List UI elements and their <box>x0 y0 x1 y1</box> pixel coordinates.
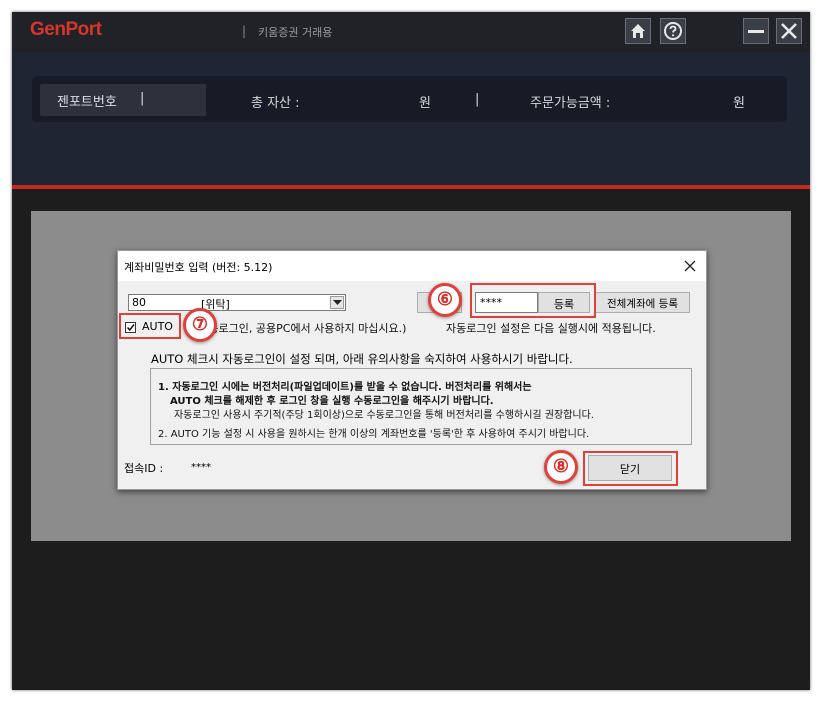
account-number: 80 <box>132 296 146 309</box>
chevron-down-icon <box>333 300 342 305</box>
notice-line: 1. 자동로그인 시에는 버전처리(파일업데이트)를 받을 수 없습니다. 버전… <box>158 382 532 393</box>
notice-line: AUTO 체크를 해제한 후 로그인 창을 실행 수동로그인을 해주시기 바랍니… <box>170 396 494 407</box>
available-amount-unit: 원 <box>733 96 745 111</box>
tab-separator: | <box>140 91 145 106</box>
info-divider: | <box>475 92 480 107</box>
account-select[interactable]: 80 [위탁] <box>128 294 346 311</box>
close-icon <box>684 260 696 272</box>
close-button-label: 닫기 <box>619 463 641 476</box>
dialog-title-bar: 계좌비밀번호 입력 (버전: 5.12) <box>118 251 706 281</box>
register-button-label: 등록 <box>553 298 575 311</box>
step-badge-6: ⑥ <box>428 283 462 317</box>
step-badge-6-label: ⑥ <box>436 289 454 309</box>
step-badge-8-label: ⑧ <box>552 456 570 476</box>
minimize-icon <box>748 30 764 33</box>
checkmark-icon <box>126 324 135 332</box>
title-separator: | <box>242 24 247 38</box>
register-all-button-label: 전체계좌에 등록 <box>607 298 678 310</box>
minimize-button[interactable] <box>743 18 769 44</box>
genport-number-tab[interactable]: 젠포트번호 | <box>40 84 206 116</box>
home-icon <box>631 24 645 38</box>
dialog-title: 계좌비밀번호 입력 (버전: 5.12) <box>124 261 273 274</box>
account-header: 젠포트번호 | 총 자산 : 원 | 주문가능금액 : 원 <box>12 52 810 185</box>
step-badge-8: ⑧ <box>544 450 578 484</box>
home-button[interactable] <box>625 18 651 44</box>
notice-heading: AUTO 체크시 자동로그인이 설정 되며, 아래 유의사항을 숙지하여 사용하… <box>151 352 573 366</box>
auto-apply-note: 자동로그인 설정은 다음 실행시에 적용됩니다. <box>446 322 656 335</box>
step-badge-7-label: ⑦ <box>191 314 209 334</box>
total-assets-unit: 원 <box>419 96 431 111</box>
register-button[interactable]: 등록 <box>538 292 590 313</box>
dialog-close-button[interactable] <box>680 256 700 276</box>
notice-line: 2. AUTO 기능 설정 시 사용을 원하시는 한개 이상의 계좌번호를 '등… <box>158 429 590 440</box>
account-info-bar: 젠포트번호 | 총 자산 : 원 | 주문가능금액 : 원 <box>32 76 787 122</box>
notice-box: 1. 자동로그인 시에는 버전처리(파일업데이트)를 받을 수 없습니다. 버전… <box>150 368 692 445</box>
dropdown-arrow[interactable] <box>330 296 344 309</box>
password-input[interactable]: **** <box>475 292 538 313</box>
auto-label: AUTO <box>142 320 173 333</box>
window-close-button[interactable] <box>776 18 802 44</box>
help-icon <box>664 22 682 40</box>
close-dialog-button[interactable]: 닫기 <box>588 455 672 481</box>
title-bar: GenPort | 키움증권 거래용 <box>12 12 810 52</box>
help-button[interactable] <box>660 18 686 44</box>
account-password-dialog: 계좌비밀번호 입력 (버전: 5.12) 80 [위탁] **** 등록 전체계… <box>117 250 707 490</box>
step-badge-7: ⑦ <box>183 308 217 342</box>
auto-checkbox[interactable] <box>125 322 136 333</box>
notice-line: 자동로그인 사용시 주기적(주당 1회이상)으로 수동로그인을 통해 버전처리를… <box>174 410 594 421</box>
connection-id-value: **** <box>191 462 211 473</box>
header-divider-line <box>12 185 810 189</box>
genport-number-label: 젠포트번호 <box>57 95 117 110</box>
total-assets-label: 총 자산 : <box>251 96 300 111</box>
close-icon <box>781 23 797 39</box>
auto-warning-note: (자동로그인, 공용PC에서 사용하지 마십시요.) <box>194 322 407 335</box>
broker-label: 키움증권 거래용 <box>258 26 333 39</box>
available-amount-label: 주문가능금액 : <box>530 96 611 111</box>
connection-id-label: 접속ID : <box>124 462 164 475</box>
register-all-accounts-button[interactable]: 전체계좌에 등록 <box>595 292 690 313</box>
password-mask: **** <box>480 296 502 309</box>
app-logo: GenPort <box>30 19 102 40</box>
